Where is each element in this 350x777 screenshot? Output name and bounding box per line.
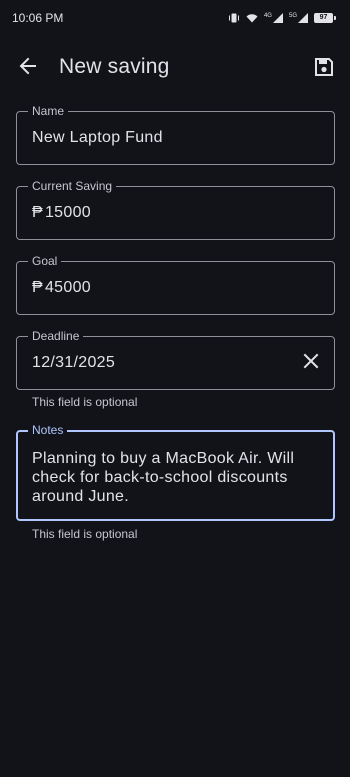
current-saving-field-label: Current Saving [28, 179, 117, 193]
app-bar: New saving [0, 42, 350, 94]
deadline-helper-text: This field is optional [32, 395, 138, 409]
status-time: 10:06 PM [12, 11, 64, 25]
deadline-field[interactable]: Deadline 12/31/2025 [16, 329, 335, 390]
close-icon [303, 353, 319, 374]
save-button[interactable] [310, 55, 338, 83]
wifi-icon [246, 13, 258, 23]
network-type-label: 4G [263, 13, 272, 19]
name-field-value: New Laptop Fund [32, 129, 163, 146]
page-title: New saving [59, 55, 170, 78]
signal-icon: 4G [264, 13, 283, 23]
goal-amount: 45000 [44, 279, 91, 296]
clear-deadline-button[interactable] [300, 352, 322, 374]
current-saving-field-value: ₱ 15000 [32, 204, 91, 222]
vibrate-icon [228, 13, 240, 23]
goal-field[interactable]: Goal ₱ 45000 [16, 254, 335, 315]
battery-level: 97 [314, 13, 333, 23]
deadline-field-value: 12/31/2025 [32, 354, 116, 371]
currency-prefix: ₱ [32, 204, 43, 221]
name-field-label: Name [28, 104, 69, 118]
save-icon [315, 57, 333, 81]
goal-field-label: Goal [28, 254, 62, 268]
current-saving-field[interactable]: Current Saving ₱ 15000 [16, 179, 335, 240]
name-field[interactable]: Name New Laptop Fund [16, 104, 335, 165]
arrow-back-icon [18, 56, 38, 81]
status-icons: 4G 5G 97 [228, 13, 336, 23]
goal-field-value: ₱ 45000 [32, 279, 91, 297]
back-button[interactable] [14, 54, 42, 82]
battery-icon: 97 [314, 13, 336, 23]
notes-helper-text: This field is optional [32, 527, 138, 541]
currency-prefix: ₱ [32, 279, 43, 296]
deadline-field-label: Deadline [28, 329, 84, 343]
current-saving-amount: 15000 [44, 204, 91, 221]
notes-field-label: Notes [28, 423, 68, 437]
notes-field-value: Planning to buy a MacBook Air. Will chec… [32, 450, 295, 505]
notes-field[interactable]: Notes Planning to buy a MacBook Air. Wil… [16, 423, 335, 521]
network-type-label: 5G [288, 13, 297, 19]
signal-icon: 5G [289, 13, 308, 23]
status-bar: 10:06 PM 4G 5G 97 [0, 0, 350, 36]
